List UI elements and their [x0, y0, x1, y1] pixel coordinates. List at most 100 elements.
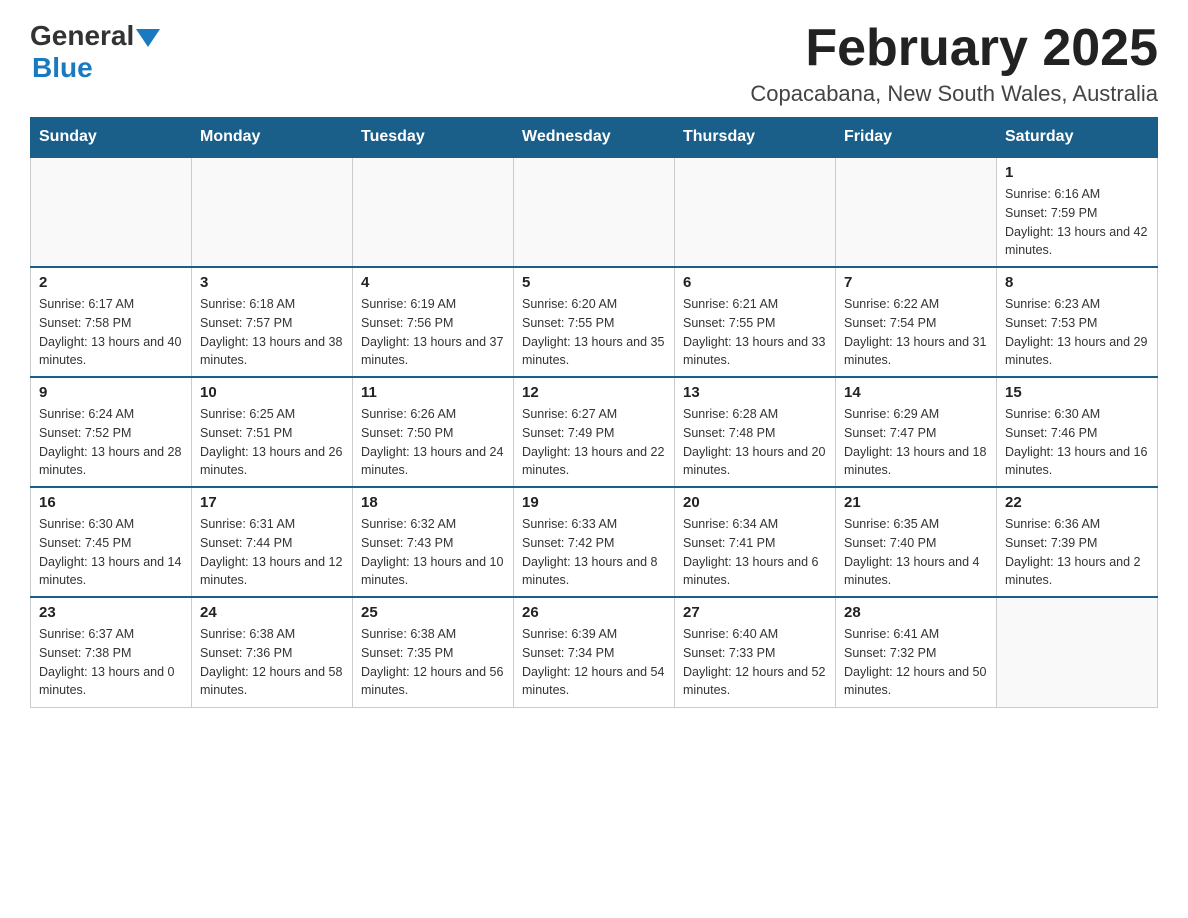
calendar-cell: 14 Sunrise: 6:29 AMSunset: 7:47 PMDayligh… — [836, 377, 997, 487]
title-block: February 2025 Copacabana, New South Wale… — [750, 20, 1158, 107]
day-info: Sunrise: 6:30 AMSunset: 7:45 PMDaylight:… — [39, 515, 183, 590]
calendar-cell — [353, 157, 514, 267]
calendar-week-5: 23 Sunrise: 6:37 AMSunset: 7:38 PMDayligh… — [31, 597, 1158, 707]
day-number: 27 — [683, 604, 827, 621]
calendar-cell — [675, 157, 836, 267]
calendar-cell: 2Sunrise: 6:17 AMSunset: 7:58 PMDaylight… — [31, 267, 192, 377]
day-number: 13 — [683, 384, 827, 401]
day-number: 24 — [200, 604, 344, 621]
calendar-cell: 19Sunrise: 6:33 AMSunset: 7:42 PMDayligh… — [514, 487, 675, 597]
page-header: General Blue February 2025 Copacabana, N… — [30, 20, 1158, 107]
calendar-cell: 17 Sunrise: 6:31 AMSunset: 7:44 PMDayligh… — [192, 487, 353, 597]
calendar-cell: 8Sunrise: 6:23 AMSunset: 7:53 PMDaylight… — [997, 267, 1158, 377]
weekday-header-friday: Friday — [836, 118, 997, 158]
calendar-cell: 28 Sunrise: 6:41 AMSunset: 7:32 PMDayligh… — [836, 597, 997, 707]
day-number: 11 — [361, 384, 505, 401]
day-info: Sunrise: 6:39 AMSunset: 7:34 PMDaylight:… — [522, 625, 666, 700]
day-info: Sunrise: 6:31 AMSunset: 7:44 PMDaylight:… — [200, 515, 344, 590]
day-info: Sunrise: 6:25 AMSunset: 7:51 PMDaylight:… — [200, 405, 344, 480]
calendar-cell: 16 Sunrise: 6:30 AMSunset: 7:45 PMDayligh… — [31, 487, 192, 597]
calendar-cell: 6Sunrise: 6:21 AMSunset: 7:55 PMDaylight… — [675, 267, 836, 377]
day-info: Sunrise: 6:19 AMSunset: 7:56 PMDaylight:… — [361, 295, 505, 370]
day-number: 5 — [522, 274, 666, 291]
day-info: Sunrise: 6:22 AMSunset: 7:54 PMDaylight:… — [844, 295, 988, 370]
calendar-cell — [514, 157, 675, 267]
calendar-cell: 20Sunrise: 6:34 AMSunset: 7:41 PMDayligh… — [675, 487, 836, 597]
day-number: 26 — [522, 604, 666, 621]
calendar-table: SundayMondayTuesdayWednesdayThursdayFrid… — [30, 117, 1158, 708]
day-info: Sunrise: 6:37 AMSunset: 7:38 PMDaylight:… — [39, 625, 183, 700]
day-number: 8 — [1005, 274, 1149, 291]
calendar-cell: 1 Sunrise: 6:16 AMSunset: 7:59 PMDaylight… — [997, 157, 1158, 267]
day-info: Sunrise: 6:38 AMSunset: 7:36 PMDaylight:… — [200, 625, 344, 700]
location-title: Copacabana, New South Wales, Australia — [750, 81, 1158, 107]
day-number: 18 — [361, 494, 505, 511]
calendar-cell: 5 Sunrise: 6:20 AMSunset: 7:55 PMDaylight… — [514, 267, 675, 377]
day-info: Sunrise: 6:29 AMSunset: 7:47 PMDaylight:… — [844, 405, 988, 480]
calendar-cell: 11 Sunrise: 6:26 AMSunset: 7:50 PMDayligh… — [353, 377, 514, 487]
day-number: 17 — [200, 494, 344, 511]
calendar-week-4: 16 Sunrise: 6:30 AMSunset: 7:45 PMDayligh… — [31, 487, 1158, 597]
weekday-header-saturday: Saturday — [997, 118, 1158, 158]
calendar-cell: 27 Sunrise: 6:40 AMSunset: 7:33 PMDayligh… — [675, 597, 836, 707]
calendar-cell: 24 Sunrise: 6:38 AMSunset: 7:36 PMDayligh… — [192, 597, 353, 707]
day-number: 23 — [39, 604, 183, 621]
day-number: 7 — [844, 274, 988, 291]
calendar-cell: 25 Sunrise: 6:38 AMSunset: 7:35 PMDayligh… — [353, 597, 514, 707]
day-info: Sunrise: 6:34 AMSunset: 7:41 PMDaylight:… — [683, 515, 827, 590]
calendar-cell: 10 Sunrise: 6:25 AMSunset: 7:51 PMDayligh… — [192, 377, 353, 487]
weekday-header-sunday: Sunday — [31, 118, 192, 158]
day-number: 14 — [844, 384, 988, 401]
logo-general-text: General — [30, 20, 134, 52]
calendar-cell — [31, 157, 192, 267]
day-info: Sunrise: 6:40 AMSunset: 7:33 PMDaylight:… — [683, 625, 827, 700]
day-number: 3 — [200, 274, 344, 291]
day-number: 19 — [522, 494, 666, 511]
day-info: Sunrise: 6:20 AMSunset: 7:55 PMDaylight:… — [522, 295, 666, 370]
day-number: 22 — [1005, 494, 1149, 511]
calendar-cell: 12 Sunrise: 6:27 AMSunset: 7:49 PMDayligh… — [514, 377, 675, 487]
weekday-header-tuesday: Tuesday — [353, 118, 514, 158]
calendar-cell: 3 Sunrise: 6:18 AMSunset: 7:57 PMDaylight… — [192, 267, 353, 377]
day-info: Sunrise: 6:38 AMSunset: 7:35 PMDaylight:… — [361, 625, 505, 700]
day-number: 15 — [1005, 384, 1149, 401]
weekday-header-monday: Monday — [192, 118, 353, 158]
calendar-cell: 18Sunrise: 6:32 AMSunset: 7:43 PMDayligh… — [353, 487, 514, 597]
day-number: 25 — [361, 604, 505, 621]
day-info: Sunrise: 6:35 AMSunset: 7:40 PMDaylight:… — [844, 515, 988, 590]
calendar-week-3: 9 Sunrise: 6:24 AMSunset: 7:52 PMDaylight… — [31, 377, 1158, 487]
weekday-header-row: SundayMondayTuesdayWednesdayThursdayFrid… — [31, 118, 1158, 158]
day-info: Sunrise: 6:28 AMSunset: 7:48 PMDaylight:… — [683, 405, 827, 480]
day-info: Sunrise: 6:27 AMSunset: 7:49 PMDaylight:… — [522, 405, 666, 480]
day-info: Sunrise: 6:18 AMSunset: 7:57 PMDaylight:… — [200, 295, 344, 370]
day-number: 12 — [522, 384, 666, 401]
calendar-cell: 15 Sunrise: 6:30 AMSunset: 7:46 PMDayligh… — [997, 377, 1158, 487]
weekday-header-wednesday: Wednesday — [514, 118, 675, 158]
day-info: Sunrise: 6:36 AMSunset: 7:39 PMDaylight:… — [1005, 515, 1149, 590]
calendar-cell: 7 Sunrise: 6:22 AMSunset: 7:54 PMDaylight… — [836, 267, 997, 377]
day-info: Sunrise: 6:41 AMSunset: 7:32 PMDaylight:… — [844, 625, 988, 700]
calendar-cell: 9 Sunrise: 6:24 AMSunset: 7:52 PMDaylight… — [31, 377, 192, 487]
day-info: Sunrise: 6:24 AMSunset: 7:52 PMDaylight:… — [39, 405, 183, 480]
weekday-header-thursday: Thursday — [675, 118, 836, 158]
logo-arrow-icon — [136, 29, 160, 47]
calendar-cell: 13 Sunrise: 6:28 AMSunset: 7:48 PMDayligh… — [675, 377, 836, 487]
day-info: Sunrise: 6:30 AMSunset: 7:46 PMDaylight:… — [1005, 405, 1149, 480]
calendar-cell: 22 Sunrise: 6:36 AMSunset: 7:39 PMDayligh… — [997, 487, 1158, 597]
calendar-cell: 4Sunrise: 6:19 AMSunset: 7:56 PMDaylight… — [353, 267, 514, 377]
day-number: 9 — [39, 384, 183, 401]
calendar-week-1: 1 Sunrise: 6:16 AMSunset: 7:59 PMDaylight… — [31, 157, 1158, 267]
day-number: 10 — [200, 384, 344, 401]
day-info: Sunrise: 6:16 AMSunset: 7:59 PMDaylight:… — [1005, 185, 1149, 260]
day-info: Sunrise: 6:26 AMSunset: 7:50 PMDaylight:… — [361, 405, 505, 480]
day-info: Sunrise: 6:17 AMSunset: 7:58 PMDaylight:… — [39, 295, 183, 370]
logo: General Blue — [30, 20, 160, 84]
calendar-cell — [997, 597, 1158, 707]
day-number: 1 — [1005, 164, 1149, 181]
day-number: 16 — [39, 494, 183, 511]
calendar-cell: 21Sunrise: 6:35 AMSunset: 7:40 PMDayligh… — [836, 487, 997, 597]
calendar-week-2: 2Sunrise: 6:17 AMSunset: 7:58 PMDaylight… — [31, 267, 1158, 377]
day-info: Sunrise: 6:21 AMSunset: 7:55 PMDaylight:… — [683, 295, 827, 370]
day-number: 28 — [844, 604, 988, 621]
month-title: February 2025 — [750, 20, 1158, 77]
